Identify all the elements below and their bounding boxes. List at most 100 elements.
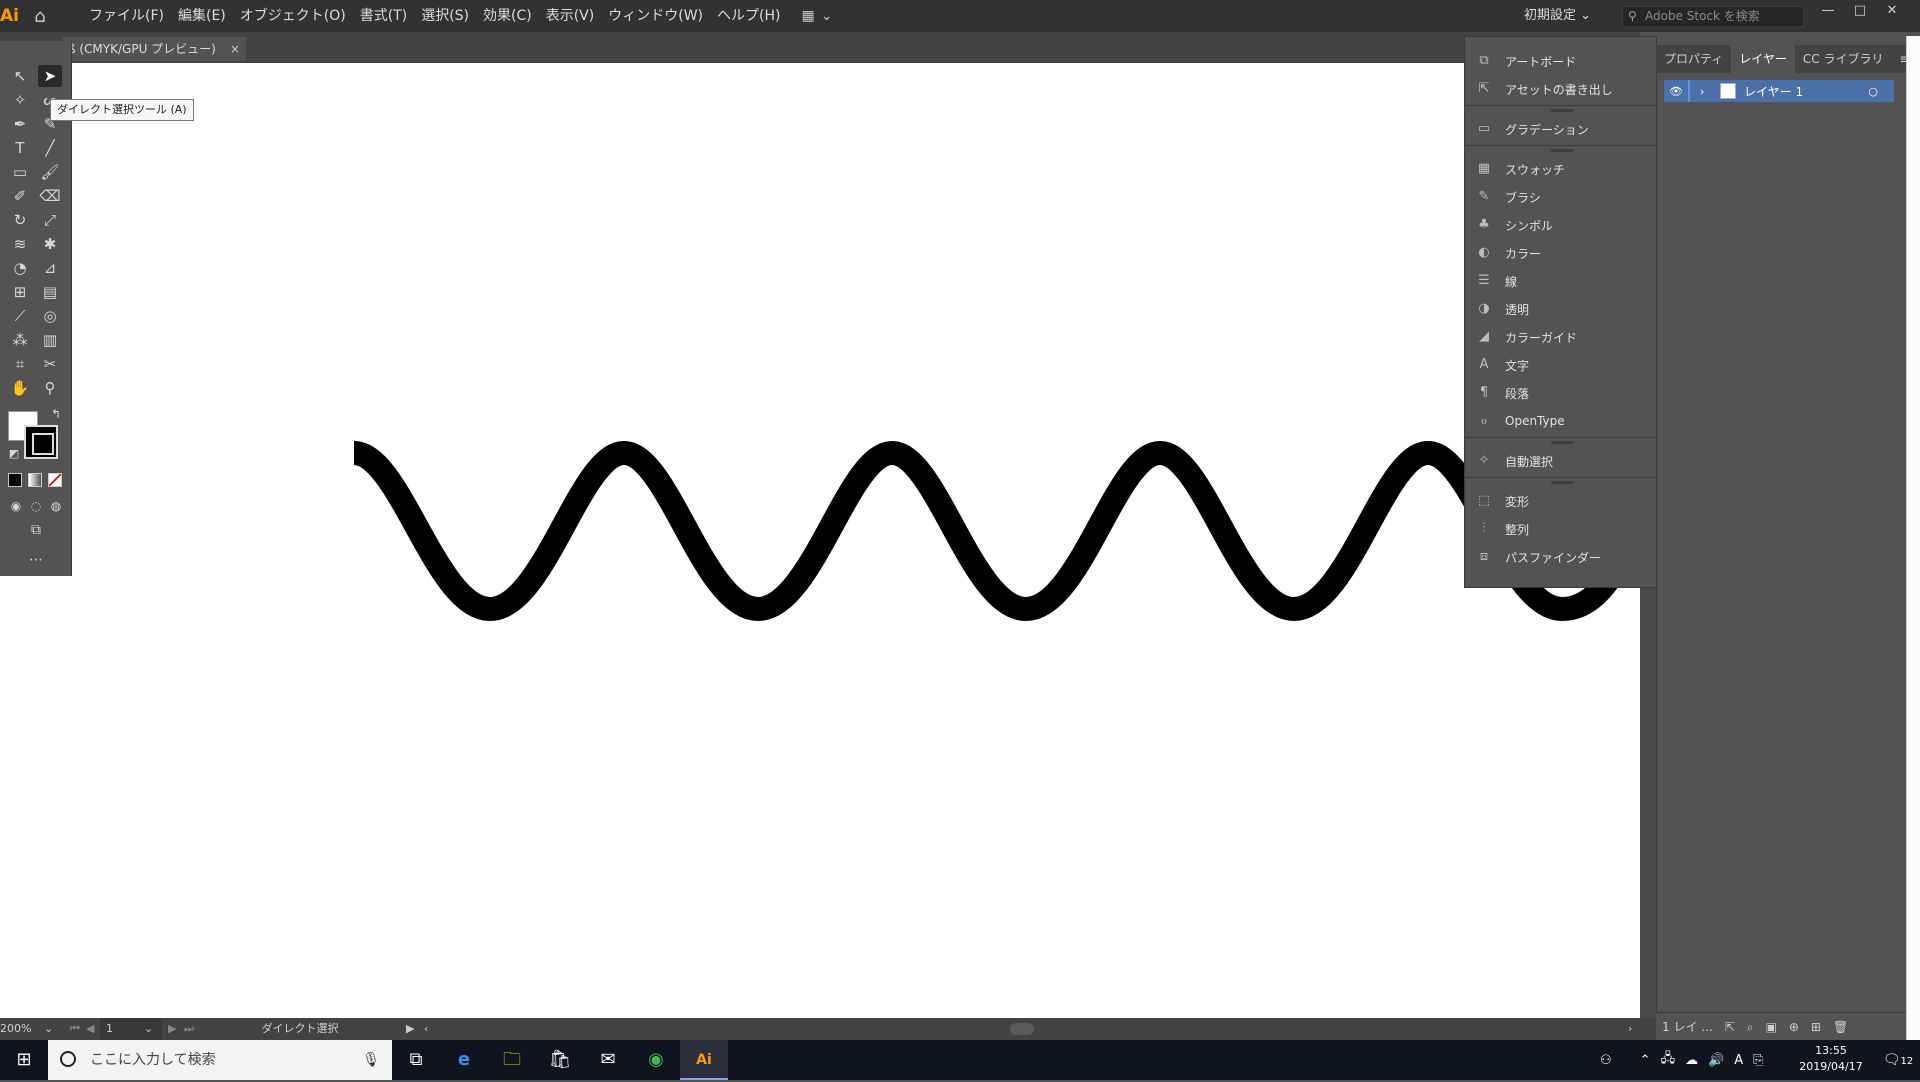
- prev-artboard-icon[interactable]: ◀: [86, 1018, 94, 1040]
- hand-tool-icon[interactable]: ✋: [8, 377, 32, 399]
- panel-item-export[interactable]: ⇱ アセットの書き出し: [1465, 75, 1661, 103]
- panel-item-gradient[interactable]: ▭ グラデーション: [1465, 115, 1661, 143]
- mail-icon[interactable]: ✉: [584, 1040, 632, 1080]
- ime-indicator[interactable]: A: [1734, 1053, 1743, 1068]
- new-layer-icon[interactable]: ⊞: [1811, 1013, 1821, 1040]
- none-mode-button[interactable]: [48, 473, 62, 487]
- export-icon[interactable]: ⇱: [1725, 1013, 1735, 1040]
- volume-icon[interactable]: 🔊: [1708, 1053, 1724, 1068]
- stock-search-input[interactable]: ⚲ Adobe Stock を検索: [1622, 6, 1804, 27]
- panel-item-stroke[interactable]: ☰ 線: [1465, 267, 1661, 295]
- magic-wand-tool-icon[interactable]: ✧: [8, 89, 32, 111]
- panel-item-opentype[interactable]: ℴ OpenType: [1465, 407, 1661, 435]
- windows-start-icon[interactable]: ⊞: [0, 1040, 48, 1080]
- panel-item-pathfinder[interactable]: ⧈ パスファインダー: [1465, 543, 1661, 571]
- document-tab[interactable]: ß (CMYK/GPU プレビュー) ×: [62, 37, 246, 61]
- shape-builder-tool-icon[interactable]: ◔: [8, 257, 32, 279]
- minimize-button[interactable]: —: [1812, 0, 1844, 24]
- width-tool-icon[interactable]: ≋: [8, 233, 32, 255]
- last-artboard-icon[interactable]: ⏭: [184, 1018, 194, 1040]
- layer-name[interactable]: レイヤー 1: [1744, 83, 1803, 100]
- more-tools-icon[interactable]: ⋯: [24, 549, 48, 571]
- visibility-eye-icon[interactable]: 👁: [1664, 85, 1688, 98]
- perspective-grid-tool-icon[interactable]: ⊿: [38, 257, 62, 279]
- new-sublayer-icon[interactable]: ⊕: [1789, 1013, 1799, 1040]
- chevron-down-icon[interactable]: ⌄: [144, 1018, 153, 1040]
- tab-layers[interactable]: レイヤー: [1731, 45, 1795, 73]
- stroke-swatch[interactable]: [24, 425, 58, 459]
- status-arrow-icon[interactable]: ▶: [406, 1018, 414, 1040]
- scroll-right-icon[interactable]: ›: [1628, 1018, 1632, 1040]
- slice-tool-icon[interactable]: ✂: [38, 353, 62, 375]
- workspace-switcher-button[interactable]: ▦ ⌄: [801, 8, 832, 24]
- locate-icon[interactable]: ⌕: [1747, 1013, 1754, 1040]
- panel-item-character[interactable]: A 文字: [1465, 351, 1661, 379]
- eyedropper-tool-icon[interactable]: ⟋: [8, 305, 32, 327]
- artboard-tool-icon[interactable]: ⌗: [8, 353, 32, 375]
- panel-item-color-guide[interactable]: ◢ カラーガイド: [1465, 323, 1661, 351]
- menu-item-1[interactable]: 編集(E): [171, 0, 233, 32]
- menu-item-3[interactable]: 書式(T): [353, 0, 414, 32]
- onedrive-icon[interactable]: ☁: [1685, 1053, 1698, 1068]
- home-icon[interactable]: ⌂: [18, 0, 62, 32]
- screen-mode-icon[interactable]: ⧉: [24, 519, 48, 541]
- show-hidden-icons-chevron-icon[interactable]: ⌃: [1640, 1053, 1651, 1068]
- store-icon[interactable]: 🛍: [536, 1040, 584, 1080]
- line-tool-icon[interactable]: ╱: [38, 137, 62, 159]
- menu-item-0[interactable]: ファイル(F): [82, 0, 171, 32]
- taskbar-clock[interactable]: 13:55 2019/04/17: [1786, 1043, 1876, 1075]
- puppet-warp-tool-icon[interactable]: ✱: [38, 233, 62, 255]
- maximize-button[interactable]: □: [1844, 0, 1876, 24]
- rotate-tool-icon[interactable]: ↻: [8, 209, 32, 231]
- panel-item-swatches[interactable]: ▦ スウォッチ: [1465, 155, 1661, 183]
- menu-item-8[interactable]: ヘルプ(H): [710, 0, 787, 32]
- zoom-tool-icon[interactable]: ⚲: [38, 377, 62, 399]
- panel-item-symbol[interactable]: ♣ シンボル: [1465, 211, 1661, 239]
- panel-item-artboard[interactable]: ⧉ アートボード: [1465, 47, 1661, 75]
- default-fill-stroke-icon[interactable]: ◩: [2, 443, 26, 465]
- swap-fill-stroke-icon[interactable]: ↰: [44, 403, 68, 425]
- blend-tool-icon[interactable]: ◎: [38, 305, 62, 327]
- panel-item-paragraph[interactable]: ¶ 段落: [1465, 379, 1661, 407]
- network-icon[interactable]: 🖧: [1661, 1049, 1676, 1071]
- panel-item-brush[interactable]: ✎ ブラシ: [1465, 183, 1661, 211]
- mesh-tool-icon[interactable]: ⊞: [8, 281, 32, 303]
- graph-tool-icon[interactable]: ▥: [38, 329, 62, 351]
- gradient-tool-icon[interactable]: ▤: [38, 281, 62, 303]
- menu-item-4[interactable]: 選択(S): [414, 0, 476, 32]
- scroll-left-icon[interactable]: ‹: [424, 1018, 428, 1040]
- paintbrush-tool-icon[interactable]: 🖌: [38, 161, 62, 183]
- action-center-icon[interactable]: 🗨12: [1876, 1040, 1920, 1080]
- direct-selection-tool-icon[interactable]: ➤: [38, 65, 62, 87]
- color-mode-button[interactable]: [8, 473, 22, 487]
- panel-group-grip[interactable]: [1551, 149, 1573, 152]
- tab-cc-libraries[interactable]: CC ライブラリ: [1795, 45, 1892, 73]
- panel-group-grip[interactable]: [1551, 481, 1573, 484]
- gradient-mode-button[interactable]: [28, 473, 42, 487]
- tab-properties[interactable]: プロパティ: [1656, 45, 1731, 73]
- panel-group-grip[interactable]: [1551, 441, 1573, 444]
- type-tool-icon[interactable]: T: [8, 137, 32, 159]
- illustrator-taskbar-icon[interactable]: Ai: [680, 1040, 728, 1080]
- panel-group-grip[interactable]: [1551, 109, 1573, 112]
- ime-mode-icon[interactable]: ⎘: [1753, 1053, 1763, 1068]
- panel-item-transparency[interactable]: ◑ 透明: [1465, 295, 1661, 323]
- artboard-canvas[interactable]: [0, 63, 1651, 1018]
- eraser-tool-icon[interactable]: ⌫: [38, 185, 62, 207]
- layer-row[interactable]: 👁 › レイヤー 1 ○: [1664, 80, 1894, 102]
- edge-browser-icon[interactable]: e: [440, 1040, 488, 1080]
- panel-item-magic-wand[interactable]: ✧ 自動選択: [1465, 447, 1661, 475]
- menu-item-7[interactable]: ウィンドウ(W): [601, 0, 710, 32]
- menu-item-6[interactable]: 表示(V): [539, 0, 602, 32]
- rectangle-tool-icon[interactable]: ▭: [8, 161, 32, 183]
- workspace-dropdown[interactable]: 初期設定 ⌄: [1524, 0, 1591, 32]
- panel-item-align[interactable]: ⫶ 整列: [1465, 515, 1661, 543]
- people-icon[interactable]: ⚇: [1600, 1053, 1612, 1068]
- menu-item-5[interactable]: 効果(C): [476, 0, 539, 32]
- next-artboard-icon[interactable]: ▶: [168, 1018, 176, 1040]
- chrome-browser-icon[interactable]: ◉: [632, 1040, 680, 1080]
- panel-item-color[interactable]: ◐ カラー: [1465, 239, 1661, 267]
- taskbar-search-input[interactable]: ここに入力して検索 🎙: [48, 1040, 392, 1080]
- layer-target-icon[interactable]: ○: [1868, 85, 1878, 98]
- chevron-down-icon[interactable]: ⌄: [44, 1018, 53, 1040]
